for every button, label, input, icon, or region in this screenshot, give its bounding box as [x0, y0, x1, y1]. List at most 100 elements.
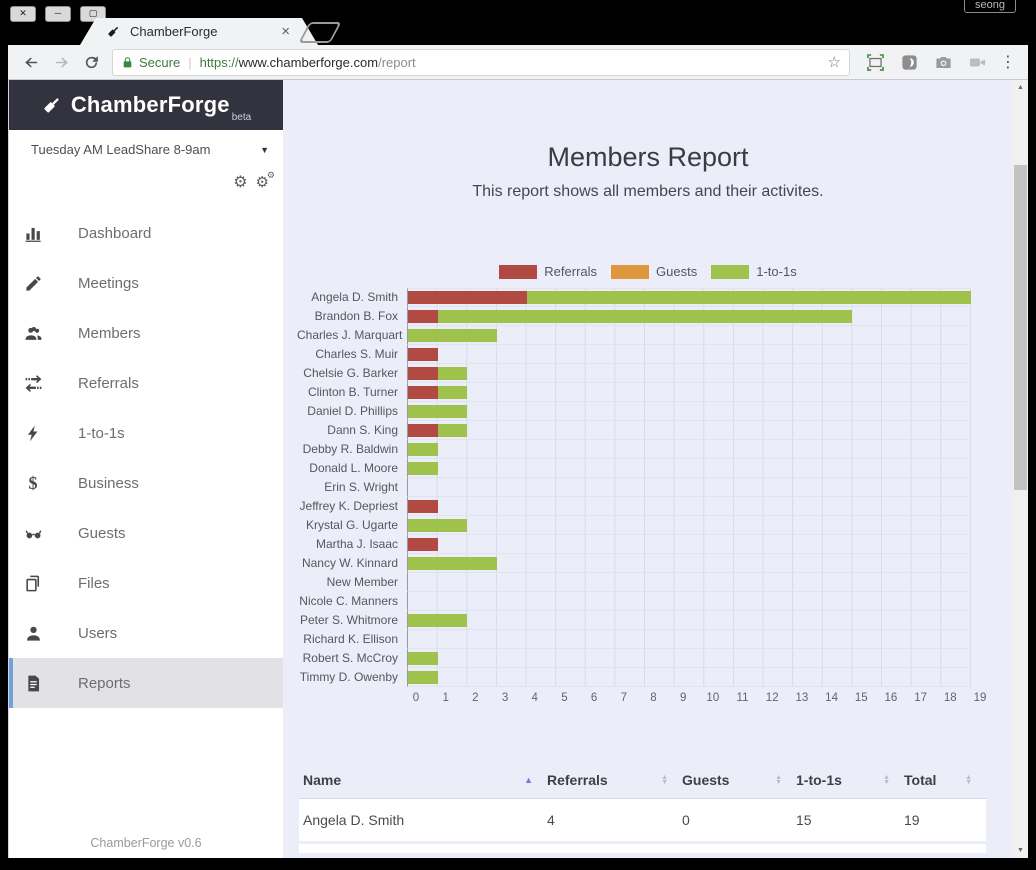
- sidebar-item-users[interactable]: Users: [9, 608, 283, 658]
- bar-segment-1-to-1s[interactable]: [408, 443, 438, 456]
- video-camera-icon[interactable]: [965, 50, 989, 74]
- x-axis-tick-label: 2: [472, 692, 478, 704]
- scroll-up-icon[interactable]: ▲: [1013, 84, 1028, 91]
- chart-category-label: Brandon B. Fox: [297, 307, 407, 326]
- chart-category-label: Erin S. Wright: [297, 478, 407, 497]
- chart-row-bars: [407, 345, 971, 364]
- browser-menu-icon[interactable]: ⋮: [1000, 52, 1016, 72]
- column-header-referrals[interactable]: Referrals: [547, 763, 682, 798]
- bar-segment-1-to-1s[interactable]: [438, 424, 468, 437]
- bar-segment-1-to-1s[interactable]: [438, 367, 468, 380]
- bar-segment-referrals[interactable]: [408, 348, 438, 361]
- bar-segment-1-to-1s[interactable]: [408, 462, 438, 475]
- forward-icon[interactable]: [50, 51, 72, 73]
- sidebar-item-members[interactable]: Members: [9, 308, 283, 358]
- bar-segment-1-to-1s[interactable]: [408, 671, 438, 684]
- bar-segment-referrals[interactable]: [408, 291, 527, 304]
- column-header-label: 1-to-1s: [796, 772, 842, 788]
- chart-row-bars: [407, 592, 971, 611]
- members-table: Name▲ReferralsGuests1-to-1sTotal Angela …: [299, 763, 986, 841]
- chart-category-label: Martha J. Isaac: [297, 535, 407, 554]
- scrollbar[interactable]: ▲ ▼: [1013, 80, 1028, 858]
- back-icon[interactable]: [20, 51, 42, 73]
- session-label[interactable]: seong: [964, 0, 1016, 13]
- sort-icon[interactable]: [965, 775, 972, 785]
- chart-category-label: Krystal G. Ugarte: [297, 516, 407, 535]
- gear-icon[interactable]: ⚙: [233, 172, 247, 192]
- legend-item-guests: Guests: [611, 264, 697, 279]
- sidebar-item-dashboard[interactable]: Dashboard: [9, 208, 283, 258]
- bar-segment-1-to-1s[interactable]: [408, 652, 438, 665]
- gavel-icon: [41, 94, 63, 116]
- column-header-total[interactable]: Total: [904, 763, 986, 798]
- camera-icon[interactable]: [931, 50, 955, 74]
- x-axis-tick-label: 13: [795, 692, 808, 704]
- cell-referrals: 4: [547, 798, 682, 841]
- bar-segment-1-to-1s[interactable]: [408, 405, 467, 418]
- bookmark-star-icon[interactable]: ☆: [828, 53, 841, 71]
- bar-segment-1-to-1s[interactable]: [408, 614, 467, 627]
- column-header-label: Total: [904, 772, 936, 788]
- chart-legend: ReferralsGuests1-to-1s: [283, 263, 1013, 280]
- column-header-1-to-1s[interactable]: 1-to-1s: [796, 763, 904, 798]
- chart-category-label: Dann S. King: [297, 421, 407, 440]
- sidebar-item-business[interactable]: $Business: [9, 458, 283, 508]
- x-axis-tick-label: 15: [855, 692, 868, 704]
- scroll-down-icon[interactable]: ▼: [1013, 847, 1028, 854]
- sort-ascending-icon[interactable]: ▲: [524, 775, 533, 785]
- group-icon: [23, 324, 43, 343]
- chart-category-label: Daniel D. Phillips: [297, 402, 407, 421]
- url-scheme: https://: [200, 55, 239, 70]
- column-header-name[interactable]: Name▲: [299, 763, 547, 798]
- column-header-guests[interactable]: Guests: [682, 763, 796, 798]
- legend-swatch-guests: [611, 265, 649, 279]
- bar-segment-referrals[interactable]: [408, 386, 438, 399]
- browser-toolbar: Secure | https://www.chamberforge.com/re…: [8, 45, 1028, 80]
- sidebar-item-reports[interactable]: Reports: [9, 658, 283, 708]
- bar-segment-referrals[interactable]: [408, 424, 438, 437]
- swap-icon: [23, 374, 43, 393]
- chart-row: Robert S. McCroy: [297, 649, 980, 668]
- sidebar-item-referrals[interactable]: Referrals: [9, 358, 283, 408]
- cell-1-to-1s: 15: [796, 798, 904, 841]
- bar-segment-1-to-1s[interactable]: [527, 291, 971, 304]
- chart-category-label: Nicole C. Manners: [297, 592, 407, 611]
- address-bar[interactable]: Secure | https://www.chamberforge.com/re…: [112, 49, 850, 76]
- sidebar-item-guests[interactable]: Guests: [9, 508, 283, 558]
- bar-segment-1-to-1s[interactable]: [438, 386, 468, 399]
- gears-icon[interactable]: ⚙⚙: [256, 173, 269, 191]
- bar-segment-1-to-1s[interactable]: [438, 310, 853, 323]
- bar-segment-referrals[interactable]: [408, 538, 438, 551]
- bar-segment-referrals[interactable]: [408, 367, 438, 380]
- sort-icon[interactable]: [883, 775, 890, 785]
- bar-segment-1-to-1s[interactable]: [408, 557, 497, 570]
- tab-chamberforge[interactable]: ChamberForge ×: [80, 18, 318, 45]
- extension-icon[interactable]: [897, 50, 921, 74]
- bar-segment-1-to-1s[interactable]: [408, 519, 467, 532]
- screen-capture-icon[interactable]: [863, 50, 887, 74]
- page-title: Members Report: [283, 142, 1013, 173]
- x-axis-tick-label: 0: [413, 692, 419, 704]
- bar-segment-referrals[interactable]: [408, 500, 438, 513]
- sidebar-item-meetings[interactable]: Meetings: [9, 258, 283, 308]
- sort-icon[interactable]: [775, 775, 782, 785]
- chart-row-bars: [407, 440, 971, 459]
- tab-close-icon[interactable]: ×: [279, 24, 292, 39]
- chart-row-bars: [407, 649, 971, 668]
- legend-item-referrals: Referrals: [499, 264, 597, 279]
- bar-segment-referrals[interactable]: [408, 310, 438, 323]
- gavel-icon: [106, 24, 121, 39]
- brand-beta-badge: beta: [232, 112, 251, 123]
- scrollbar-thumb[interactable]: [1014, 165, 1027, 490]
- x-axis-tick-label: 11: [737, 692, 749, 704]
- refresh-icon[interactable]: [80, 51, 102, 73]
- sort-icon[interactable]: [661, 775, 668, 785]
- meeting-selector[interactable]: Tuesday AM LeadShare 8-9am ▼: [31, 142, 269, 160]
- chart-row-bars: [407, 554, 971, 573]
- chart-category-label: Chelsie G. Barker: [297, 364, 407, 383]
- sidebar-item-one-to-ones[interactable]: 1-to-1s: [9, 408, 283, 458]
- url-host: www.chamberforge.com: [239, 55, 378, 70]
- bar-segment-1-to-1s[interactable]: [408, 329, 497, 342]
- user-icon: [23, 624, 43, 643]
- sidebar-item-files[interactable]: Files: [9, 558, 283, 608]
